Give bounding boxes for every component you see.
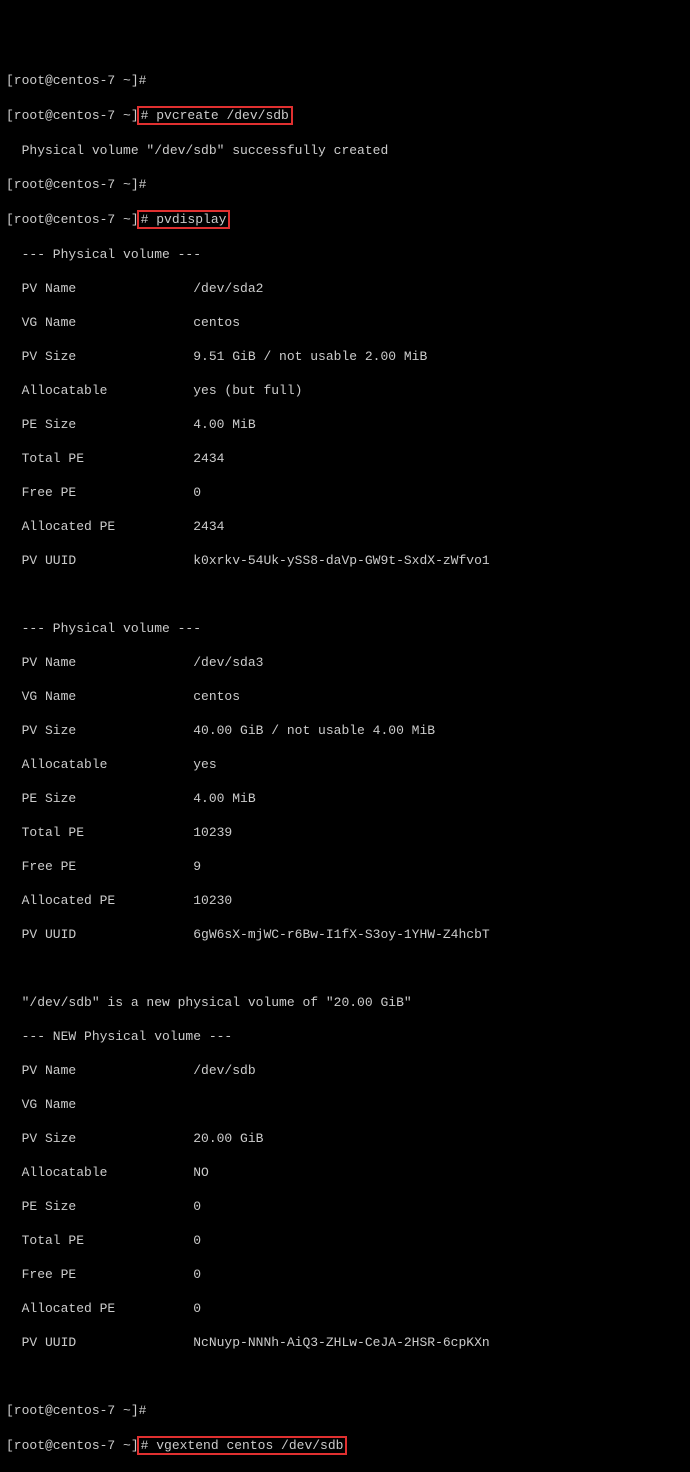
- pv-name: PV Name /dev/sdb: [6, 1062, 684, 1079]
- allocated-pe: Allocated PE 10230: [6, 892, 684, 909]
- command-pvcreate[interactable]: # pvcreate /dev/sdb: [137, 106, 293, 125]
- free-pe: Free PE 0: [6, 1266, 684, 1283]
- total-pe: Total PE 10239: [6, 824, 684, 841]
- allocated-pe: Allocated PE 2434: [6, 518, 684, 535]
- pv-size: PV Size 9.51 GiB / not usable 2.00 MiB: [6, 348, 684, 365]
- blank-line: [6, 960, 684, 977]
- free-pe: Free PE 0: [6, 484, 684, 501]
- pv-name: PV Name /dev/sda2: [6, 280, 684, 297]
- command-vgextend[interactable]: # vgextend centos /dev/sdb: [137, 1436, 348, 1455]
- pv-uuid: PV UUID k0xrkv-54Uk-ySS8-daVp-GW9t-SxdX-…: [6, 552, 684, 569]
- vg-name: VG Name: [6, 1096, 684, 1113]
- shell-prompt: [root@centos-7 ~]#: [6, 73, 146, 88]
- pe-size: PE Size 0: [6, 1198, 684, 1215]
- pv-size: PV Size 20.00 GiB: [6, 1130, 684, 1147]
- shell-prompt: [root@centos-7 ~]#: [6, 177, 146, 192]
- pv-size: PV Size 40.00 GiB / not usable 4.00 MiB: [6, 722, 684, 739]
- blank-line: [6, 586, 684, 603]
- vg-name: VG Name centos: [6, 688, 684, 705]
- output-text: Physical volume "/dev/sdb" successfully …: [6, 142, 684, 159]
- section-header: --- Physical volume ---: [6, 620, 684, 637]
- free-pe: Free PE 9: [6, 858, 684, 875]
- pe-size: PE Size 4.00 MiB: [6, 416, 684, 433]
- allocated-pe: Allocated PE 0: [6, 1300, 684, 1317]
- pe-size: PE Size 4.00 MiB: [6, 790, 684, 807]
- pv-allocatable: Allocatable NO: [6, 1164, 684, 1181]
- pv-uuid: PV UUID NcNuyp-NNNh-AiQ3-ZHLw-CeJA-2HSR-…: [6, 1334, 684, 1351]
- pv-allocatable: Allocatable yes (but full): [6, 382, 684, 399]
- new-pv-message: "/dev/sdb" is a new physical volume of "…: [6, 994, 684, 1011]
- total-pe: Total PE 2434: [6, 450, 684, 467]
- pv-allocatable: Allocatable yes: [6, 756, 684, 773]
- pv-uuid: PV UUID 6gW6sX-mjWC-r6Bw-I1fX-S3oy-1YHW-…: [6, 926, 684, 943]
- section-header: --- NEW Physical volume ---: [6, 1028, 684, 1045]
- section-header: --- Physical volume ---: [6, 246, 684, 263]
- total-pe: Total PE 0: [6, 1232, 684, 1249]
- shell-prompt: [root@centos-7 ~]: [6, 212, 139, 227]
- vg-name: VG Name centos: [6, 314, 684, 331]
- shell-prompt: [root@centos-7 ~]: [6, 108, 139, 123]
- command-pvdisplay[interactable]: # pvdisplay: [137, 210, 231, 229]
- shell-prompt: [root@centos-7 ~]: [6, 1438, 139, 1453]
- pv-name: PV Name /dev/sda3: [6, 654, 684, 671]
- shell-prompt: [root@centos-7 ~]#: [6, 1403, 146, 1418]
- blank-line: [6, 1368, 684, 1385]
